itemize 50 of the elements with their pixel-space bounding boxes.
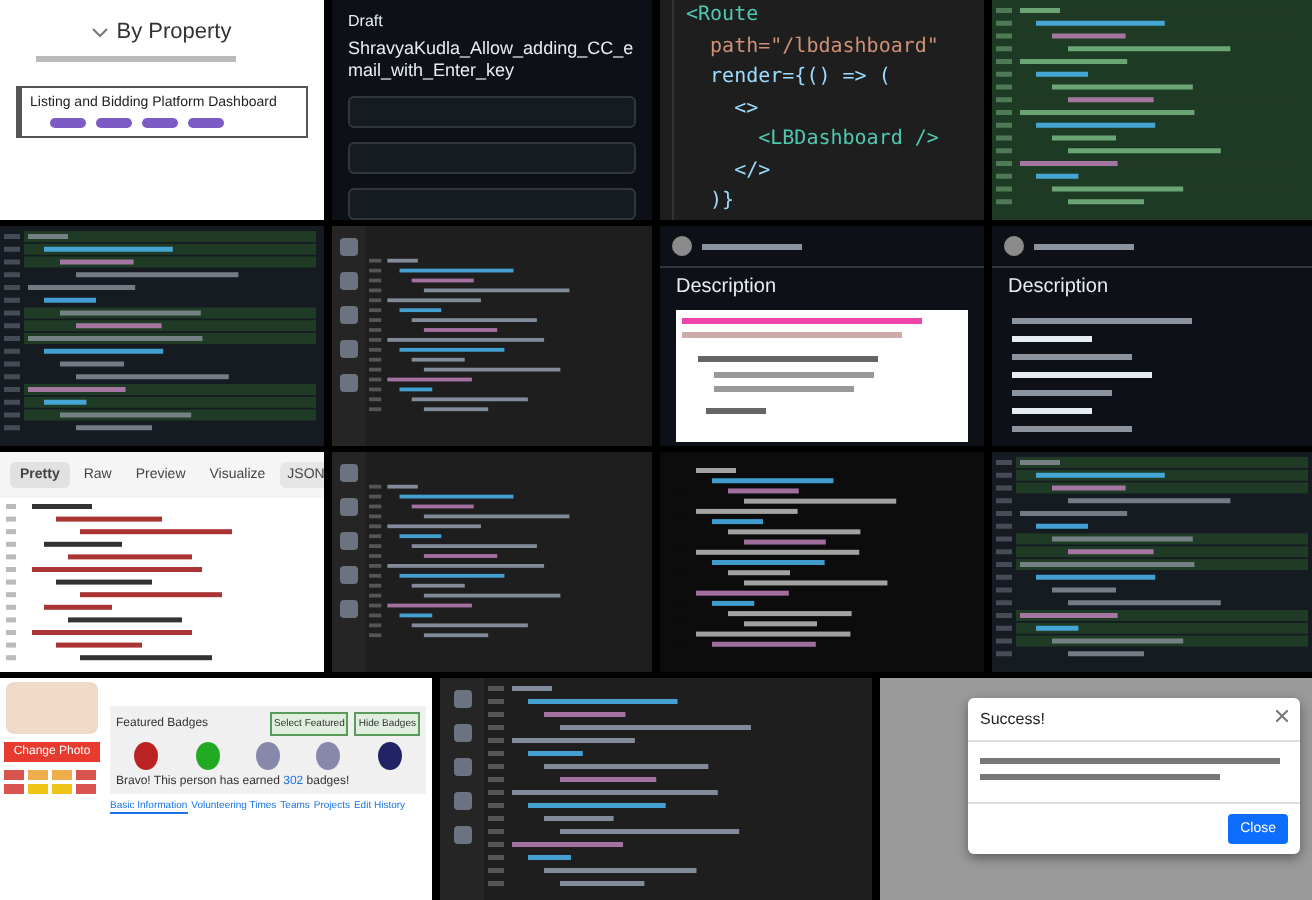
text-line-drawing — [1012, 408, 1092, 414]
section-heading: By Property — [116, 20, 232, 44]
pull-request-title: ShravyaKudla_Allow_adding_CC_email_with_Enter_key — [348, 38, 636, 82]
pill-button[interactable] — [96, 118, 132, 128]
code-line: <LBDashboard /> — [756, 126, 941, 154]
text-line-drawing — [1034, 243, 1134, 249]
description-heading: Description — [674, 274, 779, 302]
activity-bar-icon[interactable] — [339, 566, 358, 584]
activity-bar-icon[interactable] — [453, 724, 471, 742]
description-heading: Description — [1006, 274, 1111, 302]
badge-icon — [377, 742, 402, 770]
text-line-drawing — [702, 243, 802, 249]
activity-bar-icon[interactable] — [453, 792, 471, 810]
code-line: <Route — [686, 2, 761, 30]
text-line-drawing — [1012, 354, 1132, 360]
activity-bar-icon[interactable] — [339, 374, 358, 392]
text-line-drawing — [1012, 426, 1132, 432]
activity-bar-icon[interactable] — [339, 464, 358, 482]
avatar-drawing — [6, 682, 98, 734]
badge-icon — [134, 742, 159, 770]
avatar-icon — [1004, 236, 1024, 256]
text-line-drawing — [1012, 372, 1152, 378]
chevron-down-icon[interactable] — [92, 27, 109, 37]
activity-bar-icon[interactable] — [453, 758, 471, 776]
activity-bar-icon[interactable] — [453, 690, 471, 708]
pill-button[interactable] — [50, 118, 86, 128]
text-line-drawing — [1012, 336, 1092, 342]
activity-bar-icon[interactable] — [339, 532, 358, 550]
pill-button[interactable] — [142, 118, 178, 128]
avatar-icon — [672, 236, 692, 256]
pill-button[interactable] — [188, 118, 224, 128]
badge-icon — [316, 742, 341, 770]
badge-icon — [255, 742, 280, 770]
code-line: )} — [708, 188, 737, 216]
activity-bar-icon[interactable] — [339, 306, 358, 324]
activity-bar-icon[interactable] — [339, 498, 358, 516]
code-line: </> — [732, 157, 773, 185]
text-line-drawing — [1012, 390, 1112, 396]
code-line: path="/lbdashboard" — [708, 33, 941, 61]
activity-bar-icon[interactable] — [339, 600, 358, 618]
activity-bar-icon[interactable] — [339, 340, 358, 358]
activity-bar-icon[interactable] — [339, 238, 358, 256]
code-line: <> — [732, 95, 761, 123]
activity-bar-icon[interactable] — [339, 272, 358, 290]
status-label: Draft — [348, 12, 385, 30]
code-line: render={() => ( — [708, 64, 893, 92]
dialog-title: Success! — [980, 710, 1045, 728]
activity-bar-icon[interactable] — [453, 826, 471, 844]
badge-icon — [195, 742, 220, 770]
close-icon[interactable] — [1276, 710, 1288, 722]
